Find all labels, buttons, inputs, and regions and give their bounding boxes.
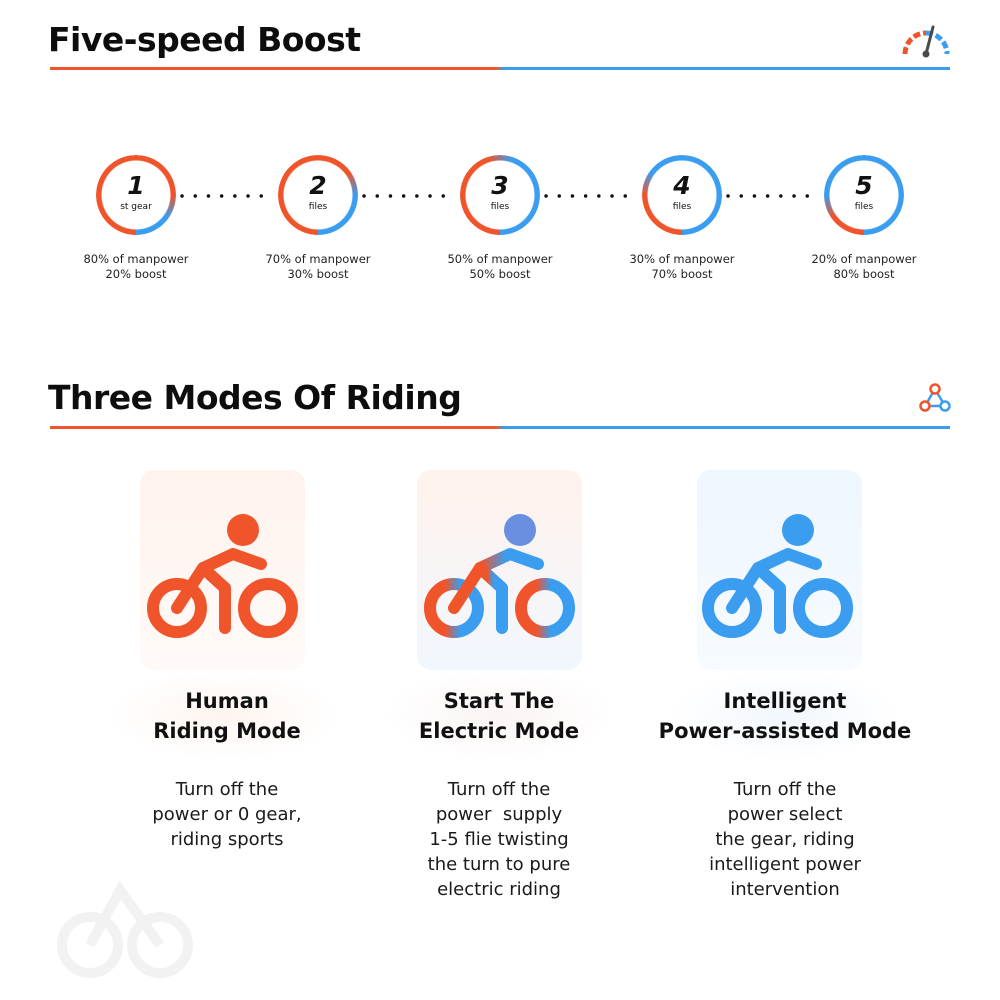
boost-text: 50% boost	[469, 267, 531, 281]
mode-title-intelligent: Intelligent Power-assisted Mode	[635, 686, 935, 746]
boost-text: 70% boost	[651, 267, 713, 281]
cyclist-icon-intelligent	[700, 510, 855, 644]
mode-title-line: Electric Mode	[418, 719, 580, 743]
speedometer-icon	[900, 22, 952, 62]
gear-3-circle: 3 files	[460, 155, 540, 235]
mode-desc-line: Turn off the	[447, 779, 551, 800]
gear-1-circle: 1 st gear	[96, 155, 176, 235]
mode-desc-line: the turn to pure	[427, 854, 571, 875]
mode-desc-line: 1-5 flie twisting	[429, 829, 569, 850]
mode-desc-line: electric riding	[437, 879, 561, 900]
mode-desc-line: Turn off the	[733, 779, 837, 800]
cyclist-icon-electric	[422, 510, 577, 644]
gear-5-caption: 20% of manpower 80% boost	[794, 252, 934, 282]
gear-5-circle: 5 files	[824, 155, 904, 235]
mode-title-line: Riding Mode	[153, 719, 301, 743]
network-nodes-icon	[918, 382, 952, 418]
dotted-connector	[362, 194, 458, 198]
section-title-modes: Three Modes Of Riding	[48, 378, 462, 417]
gear-label: files	[672, 202, 692, 212]
mode-desc-human: Turn off the power or 0 gear, riding spo…	[77, 777, 377, 852]
section-divider-modes	[50, 426, 950, 429]
gear-label: files	[854, 202, 874, 212]
gear-2-caption: 70% of manpower 30% boost	[248, 252, 388, 282]
gear-2-circle: 2 files	[278, 155, 358, 235]
mode-desc-line: intervention	[730, 879, 840, 900]
gear-4-circle: 4 files	[642, 155, 722, 235]
gear-number: 4	[673, 171, 691, 200]
manpower-text: 80% of manpower	[83, 252, 189, 266]
mode-desc-line: riding sports	[170, 829, 284, 850]
mode-title-line: Power-assisted Mode	[658, 719, 912, 743]
boost-text: 20% boost	[105, 267, 167, 281]
manpower-text: 20% of manpower	[811, 252, 917, 266]
mode-desc-intelligent: Turn off the power select the gear, ridi…	[635, 777, 935, 902]
mode-desc-line: Turn off the	[175, 779, 279, 800]
manpower-text: 70% of manpower	[265, 252, 371, 266]
gear-4-caption: 30% of manpower 70% boost	[612, 252, 752, 282]
mode-desc-line: intelligent power	[709, 854, 861, 875]
gear-number: 5	[855, 171, 873, 200]
mode-title-line: Start The	[443, 689, 555, 713]
gear-label: files	[308, 202, 328, 212]
section-title-boost: Five-speed Boost	[48, 20, 361, 59]
manpower-text: 50% of manpower	[447, 252, 553, 266]
gear-1-caption: 80% of manpower 20% boost	[66, 252, 206, 282]
mode-title-line: Human	[185, 689, 269, 713]
mode-desc-electric: Turn off the power supply 1-5 flie twist…	[349, 777, 649, 902]
mode-title-line: Intelligent	[723, 689, 847, 713]
dotted-connector	[180, 194, 276, 198]
gear-label: st gear	[120, 202, 152, 212]
mode-desc-line: power or 0 gear,	[152, 804, 302, 825]
boost-text: 30% boost	[287, 267, 349, 281]
gear-label: files	[490, 202, 510, 212]
mode-desc-line: the gear, riding	[715, 829, 855, 850]
mode-desc-line: power select	[727, 804, 843, 825]
section-divider-boost	[50, 67, 950, 70]
manpower-text: 30% of manpower	[629, 252, 735, 266]
gear-number: 3	[491, 171, 509, 200]
dotted-connector	[544, 194, 640, 198]
mode-title-human: Human Riding Mode	[77, 686, 377, 746]
mode-title-electric: Start The Electric Mode	[349, 686, 649, 746]
watermark-bike-icon	[50, 850, 200, 984]
gear-number: 2	[309, 171, 327, 200]
gear-number: 1	[127, 171, 145, 200]
mode-desc-line: power supply	[435, 804, 563, 825]
cyclist-icon-human	[145, 510, 300, 644]
gear-3-caption: 50% of manpower 50% boost	[430, 252, 570, 282]
dotted-connector	[726, 194, 822, 198]
boost-text: 80% boost	[833, 267, 895, 281]
